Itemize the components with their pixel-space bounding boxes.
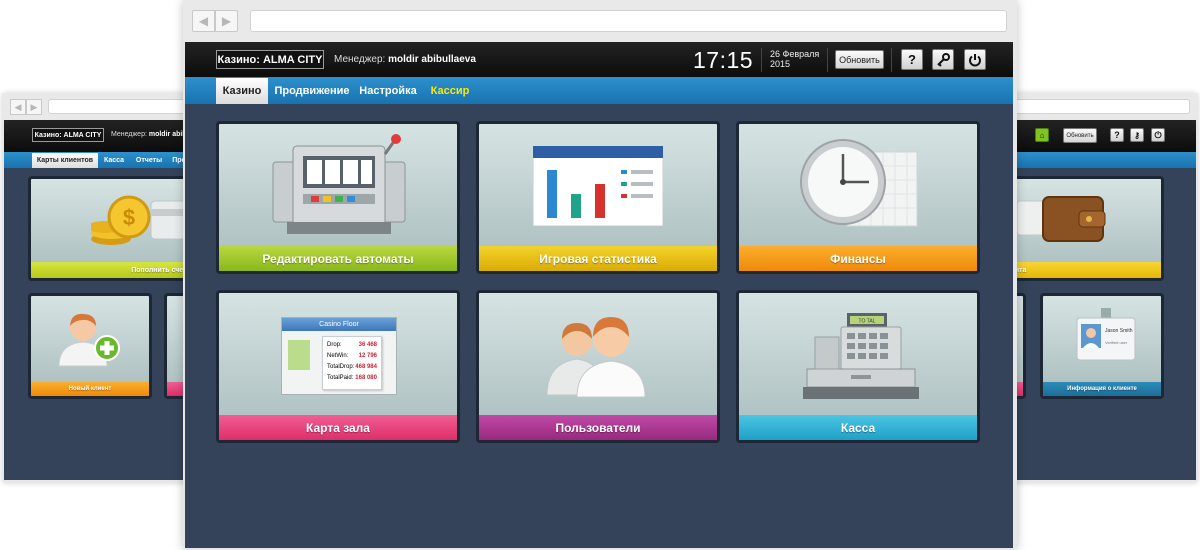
register-display-text: TO TAL xyxy=(859,319,876,325)
tile-game-statistics-label: Игровая статистика xyxy=(479,246,717,271)
tile-floor-map-label: Карта зала xyxy=(219,415,457,440)
menu-item-cashier[interactable]: Кассир xyxy=(425,78,475,104)
id-badge-icon: Jason Smith Verified user xyxy=(1076,308,1136,361)
header-separator-2 xyxy=(827,48,828,72)
power-icon[interactable] xyxy=(964,49,986,70)
manager-info: Менеджер: moldir abibullaeva xyxy=(334,54,476,65)
manager-name: moldir abibullaeva xyxy=(388,54,476,65)
badge-name-text: Jason Smith xyxy=(1105,328,1133,334)
tile-users-label: Пользователи xyxy=(479,415,717,440)
left-casino-label: Казино: ALMA CITY xyxy=(32,128,104,142)
floor-stat-row: NetWin: 12 796 xyxy=(327,351,377,362)
help-icon[interactable]: ? xyxy=(901,49,923,70)
cash-register-icon: TO TAL xyxy=(803,313,919,399)
tile-users[interactable]: Пользователи xyxy=(476,290,720,443)
slot-machine-icon xyxy=(272,134,406,234)
time-display: 17:15 xyxy=(693,47,754,73)
main-nav-buttons: ◀ ▶ xyxy=(192,10,238,32)
users-icon xyxy=(546,317,646,398)
right-key-icon[interactable]: ⚷ xyxy=(1130,128,1144,142)
floor-stat-value: 468 984 xyxy=(355,364,377,370)
floor-stat-row: TotalDrop: 468 984 xyxy=(327,362,377,373)
right-power-icon[interactable]: ⏻ xyxy=(1151,128,1165,142)
left-nav-buttons: ◀ ▶ xyxy=(10,99,42,115)
svg-text:$: $ xyxy=(123,205,135,230)
casino-floor-icon: Casino Floor Drop: 36 468 NetWin: 12 796 T… xyxy=(281,317,397,395)
badge-sub-text: Verified user xyxy=(1105,340,1128,345)
date-line-2: 2015 xyxy=(770,59,791,70)
left-manager-prefix: Менеджер: xyxy=(111,131,147,138)
key-glyph xyxy=(937,52,950,67)
main-app: Казино: ALMA CITY Менеджер: moldir abibu… xyxy=(185,42,1013,548)
tile-edit-machines[interactable]: Редактировать автоматы xyxy=(216,121,460,274)
bar-chart-icon xyxy=(533,146,663,226)
tile-floor-map[interactable]: Casino Floor Drop: 36 468 NetWin: 12 796 T… xyxy=(216,290,460,443)
right-tile-client-info[interactable]: Jason Smith Verified user Информация о к… xyxy=(1040,293,1164,399)
refresh-button[interactable]: Обновить xyxy=(835,50,884,69)
right-help-icon[interactable]: ? xyxy=(1110,128,1124,142)
header-separator-3 xyxy=(891,48,892,72)
floor-stat-key: NetWin: xyxy=(327,353,349,359)
floor-stat-key: Drop: xyxy=(327,342,342,348)
left-tile-new-client-label: Новый клиент xyxy=(31,382,149,396)
clock-icon xyxy=(800,139,918,227)
back-arrow-icon[interactable]: ◀ xyxy=(10,99,26,115)
casino-floor-title: Casino Floor xyxy=(282,318,396,331)
tile-finance[interactable]: Финансы xyxy=(736,121,980,274)
floor-stat-row: TotalPaid: 168 080 xyxy=(327,373,377,384)
forward-arrow-icon[interactable]: ▶ xyxy=(26,99,42,115)
tile-edit-machines-label: Редактировать автоматы xyxy=(219,246,457,271)
floor-stat-key: TotalPaid: xyxy=(327,375,354,381)
floor-arrow-shape xyxy=(288,340,310,370)
power-glyph xyxy=(969,53,981,66)
casino-label: Казино: ALMA CITY xyxy=(216,50,324,69)
left-tile-new-client[interactable]: Новый клиент xyxy=(28,293,152,399)
main-menu: Казино Продвижение Настройка Кассир xyxy=(185,77,1013,104)
floor-stat-key: TotalDrop: xyxy=(327,364,355,370)
left-menu-item-cards[interactable]: Карты клиентов xyxy=(32,153,98,168)
floor-stat-value: 12 796 xyxy=(358,353,377,359)
floor-stat-value: 36 468 xyxy=(358,342,377,348)
main-url-bar[interactable] xyxy=(250,10,1007,32)
menu-item-settings[interactable]: Настройка xyxy=(357,78,419,104)
left-menu-item-reports[interactable]: Отчеты xyxy=(131,153,167,168)
date-display: 26 Февраля 2015 xyxy=(770,49,819,70)
date-line-1: 26 Февраля xyxy=(770,49,820,59)
key-icon[interactable] xyxy=(932,49,954,70)
left-menu-item-cash[interactable]: Касса xyxy=(99,153,129,168)
right-refresh-button[interactable]: Обновить xyxy=(1063,128,1097,143)
menu-item-casino[interactable]: Казино xyxy=(216,78,268,104)
tile-cash-register[interactable]: TO TAL Касса xyxy=(736,290,980,443)
tile-game-statistics[interactable]: Игровая статистика xyxy=(476,121,720,274)
floor-stat-row: Drop: 36 468 xyxy=(327,340,377,351)
add-user-icon xyxy=(58,313,120,367)
floor-stats-panel: Drop: 36 468 NetWin: 12 796 TotalDrop: 468 … xyxy=(322,336,382,390)
wallet-icon xyxy=(1017,196,1106,242)
tile-cash-register-label: Касса xyxy=(739,415,977,440)
tile-finance-label: Финансы xyxy=(739,246,977,271)
cashier-badge-icon[interactable]: ⌂ xyxy=(1035,128,1049,142)
main-forward-arrow-icon[interactable]: ▶ xyxy=(215,10,238,32)
floor-stat-value: 168 080 xyxy=(355,375,377,381)
manager-prefix: Менеджер: xyxy=(334,54,386,65)
header-separator-1 xyxy=(761,48,762,72)
main-back-arrow-icon[interactable]: ◀ xyxy=(192,10,215,32)
menu-item-promotion[interactable]: Продвижение xyxy=(273,78,351,104)
main-topbar: Казино: ALMA CITY Менеджер: moldir abibu… xyxy=(185,42,1013,77)
right-tile-client-info-label: Информация о клиенте xyxy=(1043,382,1161,396)
main-browser-window: ◀ ▶ Казино: ALMA CITY Менеджер: moldir a… xyxy=(183,0,1017,550)
